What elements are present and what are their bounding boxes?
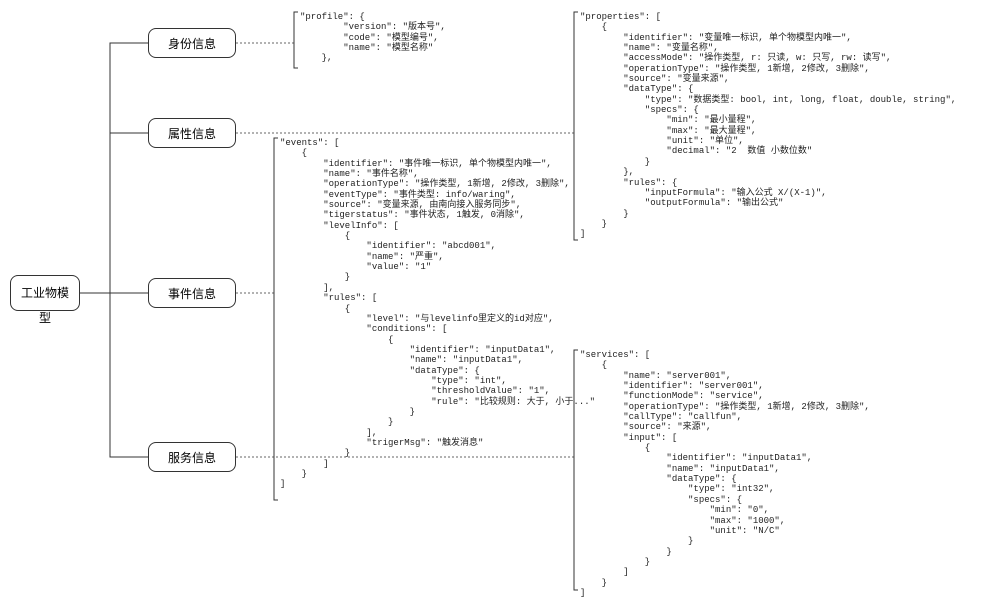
root-label: 工业物模型 xyxy=(21,286,69,325)
json-services: "services": [ { "name": "server001", "id… xyxy=(580,350,870,598)
json-properties: "properties": [ { "identifier": "变量唯一标识,… xyxy=(580,12,956,240)
child-node-service: 服务信息 xyxy=(148,442,236,472)
json-events: "events": [ { "identifier": "事件唯一标识, 单个物… xyxy=(280,138,595,490)
child-node-event: 事件信息 xyxy=(148,278,236,308)
root-node: 工业物模型 xyxy=(10,275,80,311)
child-label: 服务信息 xyxy=(168,451,216,465)
json-profile: "profile": { "version": "版本号", "code": "… xyxy=(300,12,446,64)
child-label: 身份信息 xyxy=(168,37,216,51)
child-label: 事件信息 xyxy=(168,287,216,301)
child-node-property: 属性信息 xyxy=(148,118,236,148)
child-node-identity: 身份信息 xyxy=(148,28,236,58)
child-label: 属性信息 xyxy=(168,127,216,141)
